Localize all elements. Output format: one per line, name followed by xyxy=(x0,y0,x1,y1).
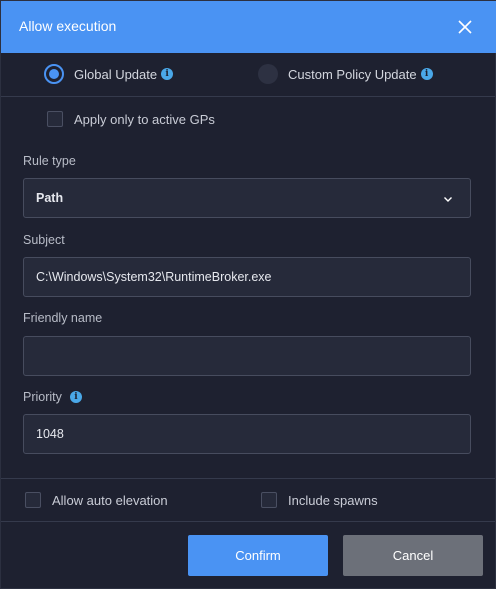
dialog-title: Allow execution xyxy=(19,18,117,34)
include-spawns-label: Include spawns xyxy=(288,492,378,508)
info-icon[interactable]: i xyxy=(420,68,433,80)
subject-input[interactable]: C:\Windows\System32\RuntimeBroker.exe xyxy=(23,257,471,297)
global-update-radio[interactable] xyxy=(44,64,64,84)
dialog-header: Allow execution xyxy=(1,1,496,53)
friendly-name-label: Friendly name xyxy=(23,311,103,325)
allow-execution-dialog: Allow execution Global Update i Custom P… xyxy=(0,0,496,589)
friendly-name-input[interactable] xyxy=(23,336,471,376)
custom-policy-update-label: Custom Policy Update xyxy=(288,66,417,82)
priority-value: 1048 xyxy=(36,427,64,441)
rule-type-label: Rule type xyxy=(23,154,76,168)
divider xyxy=(1,96,495,97)
global-update-option[interactable]: Global Update i xyxy=(44,61,174,87)
rule-type-value: Path xyxy=(36,191,64,205)
auto-elevation-option[interactable]: Allow auto elevation xyxy=(25,492,168,508)
info-icon[interactable]: i xyxy=(161,68,174,80)
auto-elevation-checkbox[interactable] xyxy=(25,492,41,508)
subject-value: C:\Windows\System32\RuntimeBroker.exe xyxy=(36,270,272,284)
divider xyxy=(1,478,495,479)
custom-policy-update-option[interactable]: Custom Policy Update i xyxy=(258,61,433,87)
priority-label: Priority xyxy=(23,390,62,404)
priority-label-row: Priority i xyxy=(23,390,82,404)
auto-elevation-label: Allow auto elevation xyxy=(52,492,168,508)
divider xyxy=(1,521,495,522)
subject-label: Subject xyxy=(23,233,65,247)
priority-input[interactable]: 1048 xyxy=(23,414,471,454)
include-spawns-option[interactable]: Include spawns xyxy=(261,492,378,508)
global-update-label: Global Update xyxy=(74,66,158,82)
chevron-down-icon xyxy=(444,197,452,202)
info-icon[interactable]: i xyxy=(69,391,82,403)
active-gps-label: Apply only to active GPs xyxy=(74,111,215,127)
confirm-button[interactable]: Confirm xyxy=(188,535,328,576)
active-gps-checkbox[interactable] xyxy=(47,111,63,127)
custom-policy-update-radio[interactable] xyxy=(258,64,278,84)
close-icon[interactable] xyxy=(453,15,477,39)
include-spawns-checkbox[interactable] xyxy=(261,492,277,508)
rule-type-select[interactable]: Path xyxy=(23,178,471,218)
active-gps-option[interactable]: Apply only to active GPs xyxy=(47,111,215,127)
cancel-button[interactable]: Cancel xyxy=(343,535,483,576)
